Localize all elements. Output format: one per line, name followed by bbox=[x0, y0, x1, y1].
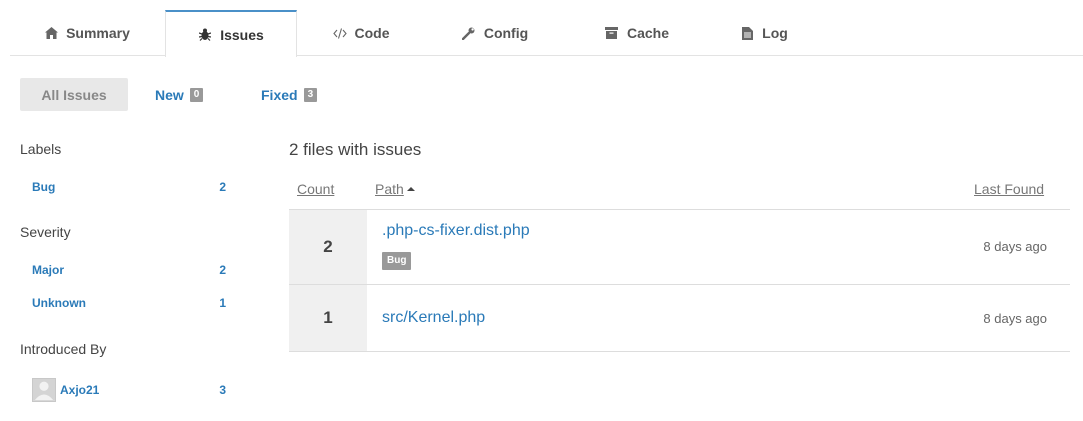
page-title: 2 files with issues bbox=[289, 140, 422, 159]
sidebar-item-label: Bug bbox=[32, 180, 56, 194]
issues-table: 2 .php-cs-fixer.dist.php Bug 8 days ago … bbox=[289, 209, 1070, 352]
filter-new-label: New bbox=[155, 86, 184, 103]
row-count: 2 bbox=[289, 210, 367, 284]
sort-ascending-icon bbox=[406, 186, 415, 192]
column-header-count[interactable]: Count bbox=[297, 181, 334, 197]
tab-code[interactable]: Code bbox=[310, 10, 412, 56]
sidebar-item-count: 3 bbox=[219, 383, 226, 397]
column-header-path[interactable]: Path bbox=[375, 181, 415, 197]
table-row[interactable]: 2 .php-cs-fixer.dist.php Bug 8 days ago bbox=[289, 210, 1070, 285]
filter-fixed-label: Fixed bbox=[261, 86, 298, 103]
sidebar-item-label: Axjo21 bbox=[60, 383, 100, 397]
sidebar-item-count: 2 bbox=[219, 180, 226, 194]
home-icon bbox=[44, 26, 58, 40]
bug-icon bbox=[198, 28, 212, 42]
code-icon bbox=[332, 26, 347, 40]
tab-issues[interactable]: Issues bbox=[165, 10, 297, 57]
tab-label: Issues bbox=[220, 26, 264, 43]
sidebar-item-label: Major bbox=[32, 263, 65, 277]
tab-label: Log bbox=[762, 25, 788, 41]
tab-summary[interactable]: Summary bbox=[10, 10, 164, 56]
sidebar-item-bug[interactable]: Bug 2 bbox=[32, 178, 226, 196]
tab-config[interactable]: Config bbox=[440, 10, 550, 56]
tab-label: Code bbox=[354, 25, 390, 41]
severity-heading: Severity bbox=[20, 224, 71, 240]
fixed-count-badge: 3 bbox=[303, 87, 318, 102]
archive-icon bbox=[605, 26, 619, 40]
last-found-time: 8 days ago bbox=[983, 239, 1047, 254]
column-header-last-found[interactable]: Last Found bbox=[974, 181, 1044, 197]
sidebar-item-major[interactable]: Major 2 bbox=[32, 261, 226, 279]
filter-all-issues-button[interactable]: All Issues bbox=[20, 78, 128, 111]
bug-label-badge[interactable]: Bug bbox=[382, 252, 412, 270]
sidebar-item-label: Unknown bbox=[32, 296, 86, 310]
column-header-path-label: Path bbox=[375, 181, 404, 197]
avatar bbox=[32, 378, 56, 402]
tab-label: Config bbox=[483, 25, 529, 41]
file-icon bbox=[740, 26, 754, 40]
author-entry: Axjo21 bbox=[32, 378, 99, 402]
tab-cache[interactable]: Cache bbox=[582, 10, 692, 56]
sidebar-item-unknown[interactable]: Unknown 1 bbox=[32, 294, 226, 312]
sidebar-item-count: 2 bbox=[219, 263, 226, 277]
tab-log[interactable]: Log bbox=[718, 10, 810, 56]
file-path-link[interactable]: .php-cs-fixer.dist.php bbox=[382, 222, 530, 240]
row-count: 1 bbox=[289, 285, 367, 351]
filter-new-link[interactable]: New 0 bbox=[155, 78, 204, 111]
tab-bar: Summary Issues Code Config Cache Log bbox=[10, 10, 1083, 57]
labels-heading: Labels bbox=[20, 141, 62, 157]
introduced-by-heading: Introduced By bbox=[20, 341, 107, 357]
sidebar-item-count: 1 bbox=[219, 296, 226, 310]
filter-fixed-link[interactable]: Fixed 3 bbox=[261, 78, 318, 111]
file-path-link[interactable]: src/Kernel.php bbox=[382, 309, 485, 327]
last-found-time: 8 days ago bbox=[983, 311, 1047, 326]
wrench-icon bbox=[462, 26, 476, 40]
tab-label: Summary bbox=[66, 25, 130, 41]
sidebar-item-author[interactable]: Axjo21 3 bbox=[32, 377, 226, 403]
table-row[interactable]: 1 src/Kernel.php 8 days ago bbox=[289, 285, 1070, 352]
tab-label: Cache bbox=[626, 25, 670, 41]
new-count-badge: 0 bbox=[189, 87, 204, 102]
